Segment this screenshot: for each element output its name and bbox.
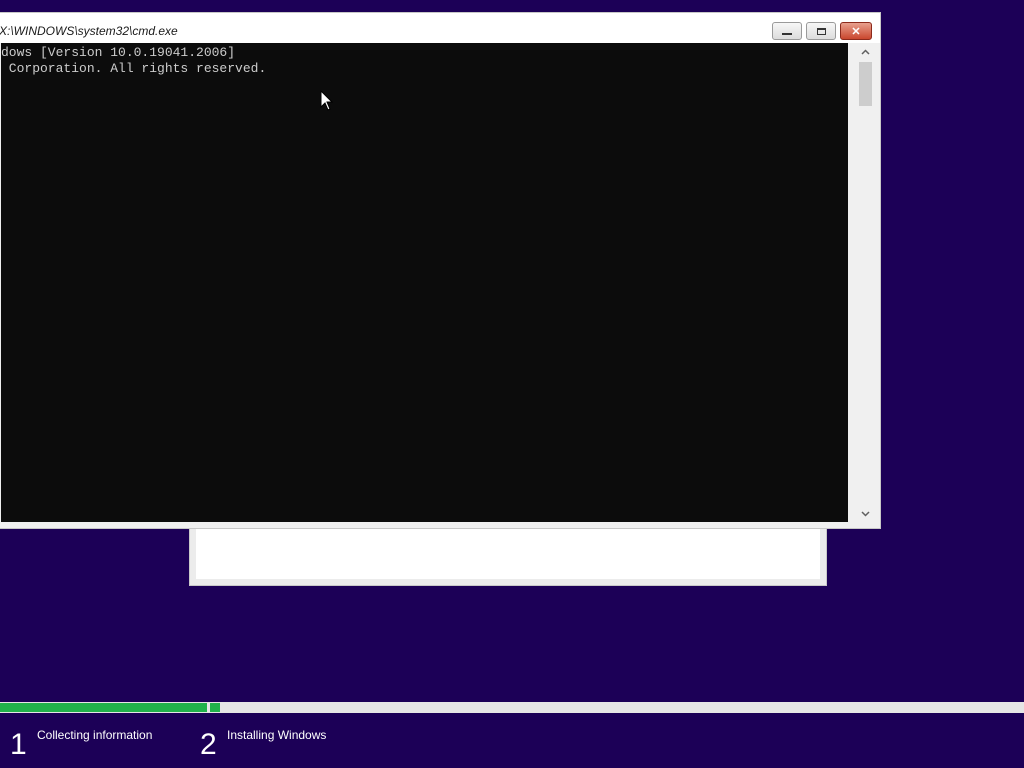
step-label: Collecting information [37, 728, 153, 742]
cmd-titlebar[interactable]: X:\WINDOWS\system32\cmd.exe ✕ [0, 13, 880, 43]
minimize-button[interactable] [772, 22, 802, 40]
step-number: 1 [10, 728, 27, 761]
up-arrow-icon [861, 49, 870, 55]
setup-progress-bar [0, 702, 1024, 713]
mouse-pointer-icon [320, 90, 333, 111]
console-line: dows [Version 10.0.19041.2006] [1, 45, 236, 60]
close-button[interactable]: ✕ [840, 22, 872, 40]
maximize-button[interactable] [806, 22, 836, 40]
setup-dialog-content [196, 529, 820, 579]
maximize-icon [816, 27, 826, 35]
window-controls: ✕ [768, 22, 872, 40]
cmd-window[interactable]: X:\WINDOWS\system32\cmd.exe ✕ dows [Vers… [0, 12, 881, 529]
vertical-scrollbar[interactable] [857, 43, 874, 522]
step-number: 2 [200, 728, 217, 761]
scroll-up-button[interactable] [857, 43, 874, 60]
down-arrow-icon [861, 511, 870, 517]
minimize-icon [782, 32, 792, 35]
step1-progress-fill [0, 703, 207, 712]
scroll-down-button[interactable] [857, 505, 874, 522]
step2-progress-fill [210, 703, 220, 712]
console-output[interactable]: dows [Version 10.0.19041.2006] Corporati… [1, 43, 848, 522]
close-icon: ✕ [851, 25, 861, 38]
console-line: Corporation. All rights reserved. [1, 61, 267, 76]
step-label: Installing Windows [227, 728, 327, 742]
scroll-thumb[interactable] [859, 62, 872, 106]
cmd-window-title: X:\WINDOWS\system32\cmd.exe [0, 24, 178, 38]
